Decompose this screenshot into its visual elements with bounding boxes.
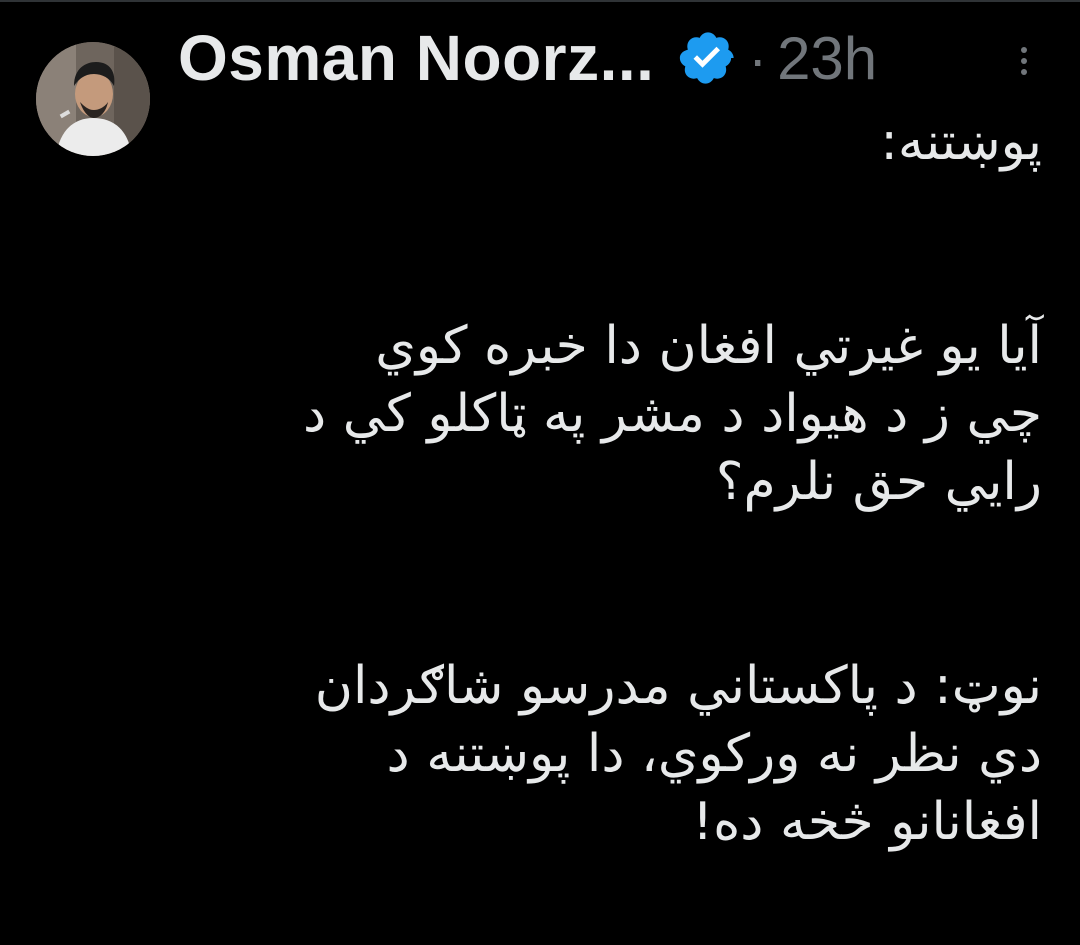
tweet-line: پوښتنه: (880, 112, 1042, 172)
avatar-image (36, 42, 150, 156)
tweet-text: پوښتنه: آیا یو غیرتي افغان دا خبره کوي چ… (162, 108, 1042, 856)
timestamp[interactable]: 23h (777, 24, 877, 93)
avatar[interactable] (36, 42, 150, 156)
tweet-line: آیا یو غیرتي افغان دا خبره کوي (375, 316, 1042, 376)
tweet-line: دي نظر نه ورکوي، دا پوښتنه د (386, 724, 1042, 784)
tweet-line: نوټ: د پاکستاني مدرسو شاګردان (314, 656, 1042, 716)
separator-dot: · (748, 26, 768, 90)
verified-badge-icon (678, 28, 738, 88)
top-divider (0, 0, 1080, 2)
tweet-line: چي ز د هیواد د مشر په ټاکلو کي د (303, 384, 1042, 444)
more-vertical-icon[interactable] (1012, 42, 1036, 86)
author-name[interactable]: Osman Noorz... (178, 21, 654, 95)
tweet-line: افغانانو څخه ده! (692, 792, 1042, 852)
tweet-line: رایي حق نلرم؟ (715, 452, 1042, 512)
tweet-header: Osman Noorz... · 23h (178, 18, 877, 98)
